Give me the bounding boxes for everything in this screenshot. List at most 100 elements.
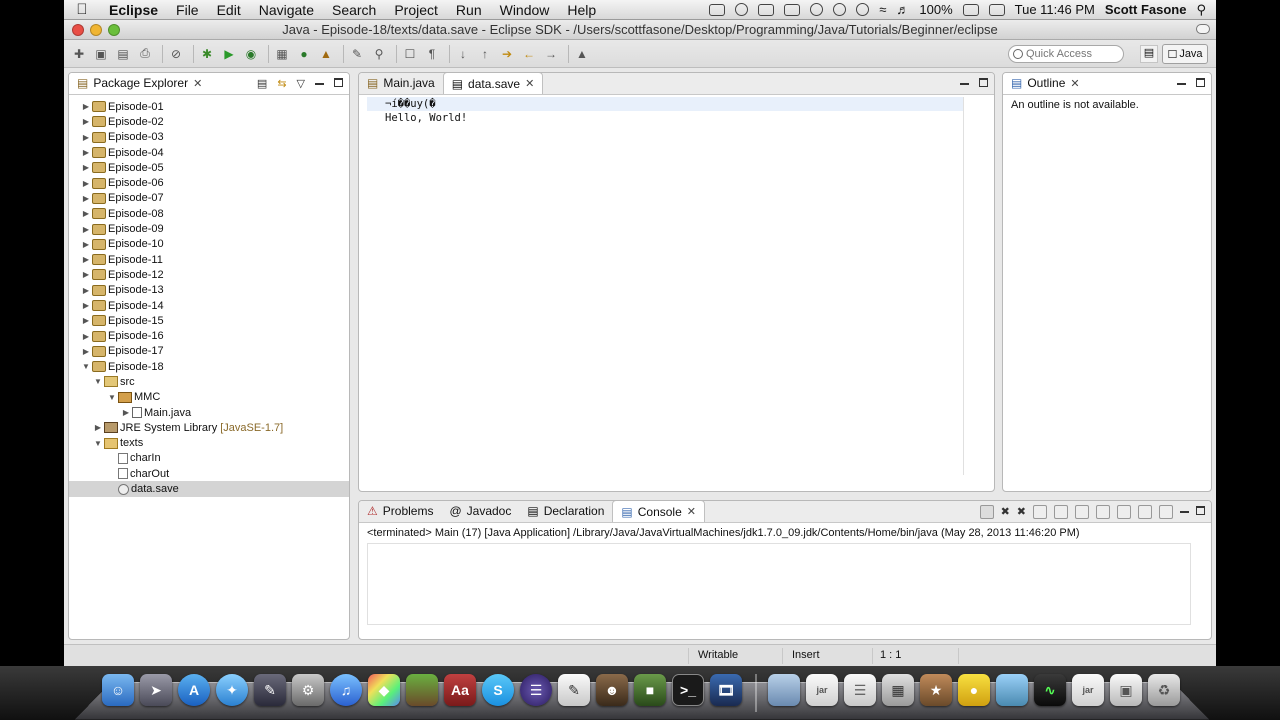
time-machine-icon[interactable]	[833, 3, 847, 16]
show-whitespace-icon[interactable]: ¶	[423, 45, 441, 63]
tree-item-charin[interactable]: charIn	[69, 451, 349, 466]
spotlight-icon[interactable]: ⚲	[1196, 2, 1206, 18]
video-editor-icon[interactable]: 🎞	[710, 674, 742, 706]
screen-icon[interactable]	[709, 3, 726, 16]
minimize-window-icon[interactable]	[90, 23, 102, 36]
tab-main-java[interactable]: ▤ Main.java	[359, 73, 443, 94]
maximize-icon[interactable]	[979, 78, 988, 87]
volume-icon[interactable]: ♬	[896, 2, 909, 17]
next-annotation-icon[interactable]: ↓	[454, 45, 472, 63]
view-menu-icon[interactable]: ▽	[297, 77, 305, 90]
tree-item-open-project[interactable]: ▼ Episode-18	[69, 359, 349, 374]
collapsed-arrow-icon[interactable]: ▶	[81, 301, 91, 310]
tree-item-project[interactable]: ▶ Episode-15	[69, 313, 349, 328]
tree-item-project[interactable]: ▶ Episode-10	[69, 237, 349, 252]
collapsed-arrow-icon[interactable]: ▶	[121, 408, 131, 417]
new-class-icon[interactable]: ▲	[317, 45, 335, 63]
collapsed-arrow-icon[interactable]: ▶	[81, 163, 91, 172]
quick-access-field[interactable]: Quick Access	[1008, 45, 1124, 63]
new-java-project-icon[interactable]: ▦	[273, 45, 291, 63]
collapsed-arrow-icon[interactable]: ▶	[81, 102, 91, 111]
save-icon[interactable]: ▣	[92, 45, 110, 63]
screenshot-icon[interactable]: ▣	[1110, 674, 1142, 706]
expanded-arrow-icon[interactable]: ▼	[93, 439, 103, 448]
collapsed-arrow-icon[interactable]: ▶	[81, 286, 91, 295]
tree-item-jre[interactable]: ▶ JRE System Library [JavaSE-1.7]	[69, 420, 349, 435]
zoom-window-icon[interactable]	[108, 23, 120, 36]
expanded-arrow-icon[interactable]: ▼	[81, 362, 91, 371]
tree-item-charout[interactable]: charOut	[69, 466, 349, 481]
tree-item-project[interactable]: ▶ Episode-08	[69, 206, 349, 221]
menu-edit[interactable]: Edit	[208, 2, 250, 18]
console-output[interactable]	[367, 543, 1191, 625]
back-icon[interactable]: ←	[520, 45, 538, 63]
tree-item-texts[interactable]: ▼ texts	[69, 436, 349, 451]
remove-all-launches-icon[interactable]: ✖	[1017, 505, 1026, 519]
tree-item-project[interactable]: ▶ Episode-13	[69, 283, 349, 298]
minecraft-icon[interactable]	[406, 674, 438, 706]
tree-item-project[interactable]: ▶ Episode-01	[69, 99, 349, 114]
maximize-icon[interactable]	[334, 78, 343, 87]
search-icon[interactable]: ⚲	[370, 45, 388, 63]
color-picker-icon[interactable]: ◆	[368, 674, 400, 706]
collapsed-arrow-icon[interactable]: ▶	[93, 423, 103, 432]
menu-project[interactable]: Project	[385, 2, 447, 18]
expanded-arrow-icon[interactable]: ▼	[107, 393, 117, 402]
tree-item-project[interactable]: ▶ Episode-11	[69, 252, 349, 267]
flag-icon[interactable]	[988, 3, 1005, 16]
close-icon[interactable]: ✕	[687, 505, 696, 518]
finder-icon[interactable]: ☺	[102, 674, 134, 706]
drive-icon[interactable]	[758, 3, 775, 16]
collapsed-arrow-icon[interactable]: ▶	[81, 209, 91, 218]
battery-icon[interactable]	[962, 3, 979, 16]
tab-declaration[interactable]: ▤ Declaration	[519, 501, 612, 522]
collapsed-arrow-icon[interactable]: ▶	[81, 332, 91, 341]
tab-console[interactable]: ▤ Console ✕	[612, 501, 705, 522]
menubar-user[interactable]: Scott Fasone	[1105, 2, 1187, 17]
menu-navigate[interactable]: Navigate	[250, 2, 323, 18]
collapsed-arrow-icon[interactable]: ▶	[81, 225, 91, 234]
collapsed-arrow-icon[interactable]: ▶	[81, 270, 91, 279]
tab-data-save[interactable]: ▤ data.save ✕	[442, 73, 544, 94]
collapse-all-icon[interactable]: ▤	[257, 77, 267, 90]
collapsed-arrow-icon[interactable]: ▶	[81, 255, 91, 264]
close-icon[interactable]: ✕	[1070, 77, 1079, 90]
toggle-mark-icon[interactable]: ☐	[401, 45, 419, 63]
minimize-icon[interactable]	[1180, 511, 1189, 513]
clear-console-icon[interactable]	[1033, 505, 1047, 519]
collapsed-arrow-icon[interactable]: ▶	[81, 347, 91, 356]
show-stderr-icon[interactable]	[1096, 505, 1110, 519]
tree-item-project[interactable]: ▶ Episode-17	[69, 344, 349, 359]
tree-item-main-java[interactable]: ▶ Main.java	[69, 405, 349, 420]
jar-file-icon[interactable]: jar	[806, 674, 838, 706]
wifi-icon[interactable]: ≈	[879, 2, 886, 17]
tree-item-project[interactable]: ▶ Episode-14	[69, 298, 349, 313]
archive-icon[interactable]: ☰	[844, 674, 876, 706]
tree-item-project[interactable]: ▶ Episode-06	[69, 175, 349, 190]
open-perspective-button[interactable]: ▤	[1140, 45, 1158, 63]
tree-item-project[interactable]: ▶ Episode-12	[69, 267, 349, 282]
collapsed-arrow-icon[interactable]: ▶	[81, 117, 91, 126]
print-icon[interactable]: ⎙	[136, 45, 154, 63]
tree-item-project[interactable]: ▶ Episode-02	[69, 114, 349, 129]
remove-launch-icon[interactable]: ✖	[1001, 505, 1010, 519]
minimize-icon[interactable]	[1177, 83, 1186, 85]
menubar-clock[interactable]: Tue 11:46 PM	[1015, 2, 1095, 17]
game-icon[interactable]: ★	[920, 674, 952, 706]
run-icon[interactable]: ▶	[220, 45, 238, 63]
robot-app-icon[interactable]: ■	[634, 674, 666, 706]
menu-window[interactable]: Window	[491, 2, 559, 18]
tree-item-project[interactable]: ▶ Episode-04	[69, 145, 349, 160]
directory-utility-icon[interactable]: ✎	[254, 674, 286, 706]
battery-label[interactable]: 100%	[919, 2, 952, 17]
tab-problems[interactable]: ⚠ Problems	[359, 501, 441, 522]
collapsed-arrow-icon[interactable]: ▶	[81, 148, 91, 157]
folder-icon[interactable]	[768, 674, 800, 706]
link-editor-icon[interactable]: ⇆	[277, 77, 286, 90]
scroll-lock-icon[interactable]	[1054, 505, 1068, 519]
debug-icon[interactable]: ✱	[198, 45, 216, 63]
collapsed-arrow-icon[interactable]: ▶	[81, 316, 91, 325]
cloud-icon[interactable]	[735, 3, 749, 16]
eclipse-icon[interactable]: ☰	[520, 674, 552, 706]
text-editor[interactable]: ¬í��uy(� Hello, World!	[367, 97, 964, 475]
